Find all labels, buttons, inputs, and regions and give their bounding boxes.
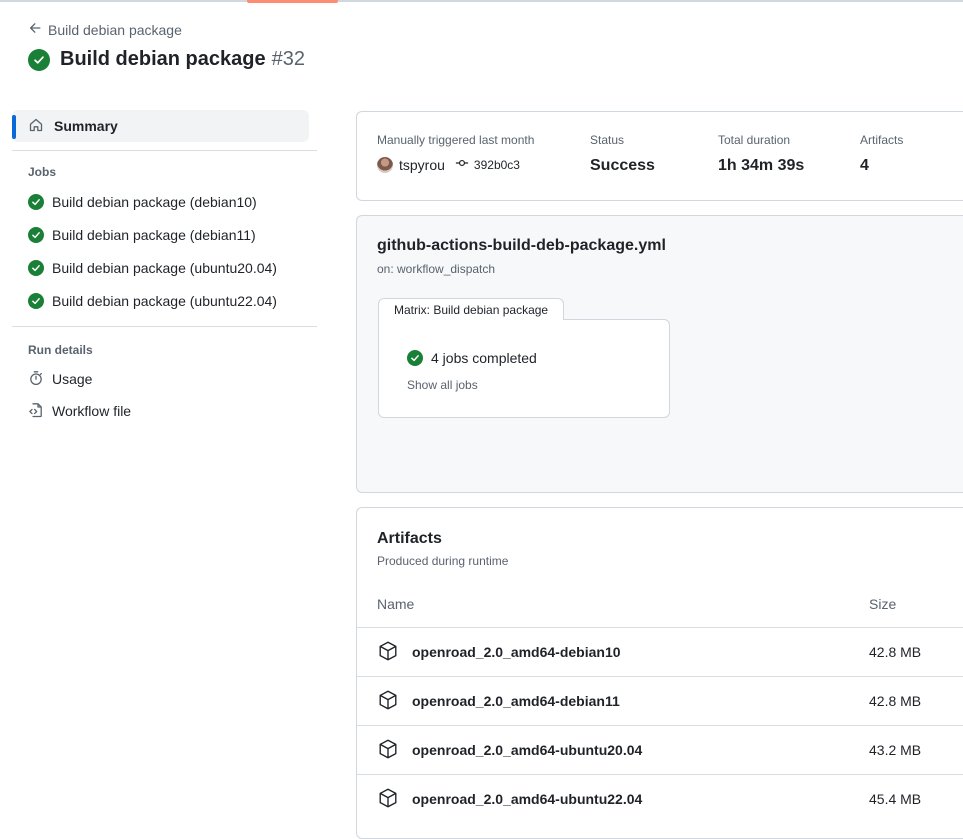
matrix-box: 4 jobs completed Show all jobs [378,319,670,418]
jobs-completed-label: 4 jobs completed [431,350,537,366]
status-stat: Status Success [590,133,655,175]
artifacts-stat: Artifacts 4 [860,133,903,175]
package-icon [377,640,399,665]
sidebar: Summary Jobs Build debian package (debia… [12,110,317,427]
arrow-left-icon [28,21,42,38]
check-circle-icon [407,350,423,366]
job-label: Build debian package (debian11) [52,226,256,243]
job-label: Build debian package (ubuntu20.04) [52,259,277,276]
run-summary-card: Manually triggered last month tspyrou 39… [356,111,963,201]
artifact-link[interactable]: openroad_2.0_amd64-ubuntu20.04 [377,726,642,774]
actor-name[interactable]: tspyrou [399,157,445,173]
package-icon [377,689,399,714]
sidebar-item-label: Summary [54,118,118,134]
back-link-label: Build debian package [48,21,182,38]
status-label: Status [590,133,625,147]
artifacts-label: Artifacts [860,133,904,147]
workflow-trigger: on: workflow_dispatch [377,262,496,276]
duration-stat: Total duration 1h 34m 39s [718,133,804,175]
status-value: Success [590,157,655,174]
artifact-name: openroad_2.0_amd64-debian11 [412,693,620,709]
table-row: openroad_2.0_amd64-ubuntu22.04 45.4 MB [357,774,963,823]
column-header-name: Name [377,596,415,612]
trigger-stat: Manually triggered last month tspyrou 39… [377,133,534,173]
artifact-size: 45.4 MB [869,791,922,807]
table-row: openroad_2.0_amd64-debian10 42.8 MB [357,627,963,676]
active-indicator [12,115,16,139]
git-commit-icon [455,156,469,173]
header-divider [0,0,963,2]
sidebar-item-usage[interactable]: Usage [12,363,317,395]
check-circle-icon [28,48,50,71]
home-icon [28,117,44,136]
sidebar-job-debian10[interactable]: Build debian package (debian10) [12,185,317,218]
workflow-graph-card: github-actions-build-deb-package.yml on:… [356,215,963,493]
sidebar-item-label: Usage [52,371,93,387]
artifact-size: 43.2 MB [869,742,922,758]
artifact-link[interactable]: openroad_2.0_amd64-debian11 [377,677,620,725]
workflow-file-name[interactable]: github-actions-build-deb-package.yml [377,237,666,255]
back-link[interactable]: Build debian package [28,21,182,38]
matrix-tab: Matrix: Build debian package [378,298,565,320]
sidebar-job-ubuntu20[interactable]: Build debian package (ubuntu20.04) [12,251,317,284]
job-label: Build debian package (ubuntu22.04) [52,292,277,309]
artifact-link[interactable]: openroad_2.0_amd64-debian10 [377,628,621,676]
page-title-text: Build debian package [60,48,266,70]
artifacts-subtitle: Produced during runtime [377,554,509,568]
artifact-link[interactable]: openroad_2.0_amd64-ubuntu22.04 [377,775,642,823]
sidebar-item-label: Workflow file [52,403,132,419]
run-details-heading: Run details [28,343,93,357]
check-circle-icon [28,292,44,309]
jobs-completed[interactable]: 4 jobs completed [407,350,537,366]
artifact-name: openroad_2.0_amd64-ubuntu22.04 [412,791,643,807]
artifact-size: 42.8 MB [869,644,922,660]
divider [12,150,317,151]
commit-sha: 392b0c3 [473,157,520,172]
trigger-actor: tspyrou 392b0c3 [377,156,534,173]
sidebar-item-summary[interactable]: Summary [12,110,309,142]
commit-link[interactable]: 392b0c3 [455,156,520,173]
column-header-size: Size [869,596,897,612]
check-circle-icon [28,193,44,210]
avatar[interactable] [377,156,393,173]
check-circle-icon [28,226,44,243]
divider [12,326,317,327]
jobs-heading: Jobs [28,165,57,179]
page-title: Build debian package #32 [60,48,305,71]
show-all-jobs-link[interactable]: Show all jobs [407,378,478,392]
file-code-icon [28,402,44,421]
table-row: openroad_2.0_amd64-ubuntu20.04 43.2 MB [357,725,963,774]
artifacts-count[interactable]: 4 [860,157,903,175]
run-number: #32 [271,48,305,70]
package-icon [377,787,399,812]
sidebar-item-workflow-file[interactable]: Workflow file [12,395,317,427]
job-label: Build debian package (debian10) [52,193,257,210]
duration-value: 1h 34m 39s [718,157,805,174]
stopwatch-icon [28,370,44,389]
duration-label: Total duration [718,133,791,147]
artifact-name: openroad_2.0_amd64-debian10 [412,644,621,660]
table-row: openroad_2.0_amd64-debian11 42.8 MB [357,676,963,725]
sidebar-job-ubuntu22[interactable]: Build debian package (ubuntu22.04) [12,284,317,317]
artifact-name: openroad_2.0_amd64-ubuntu20.04 [412,742,643,758]
artifacts-title: Artifacts [377,530,442,547]
trigger-label: Manually triggered last month [377,133,535,147]
check-circle-icon [28,259,44,276]
sidebar-job-debian11[interactable]: Build debian package (debian11) [12,218,317,251]
active-tab-underline [247,0,338,3]
page-title-row: Build debian package #32 [28,48,305,71]
artifacts-card: Artifacts Produced during runtime Name S… [356,507,963,839]
artifact-size: 42.8 MB [869,693,922,709]
package-icon [377,738,399,763]
